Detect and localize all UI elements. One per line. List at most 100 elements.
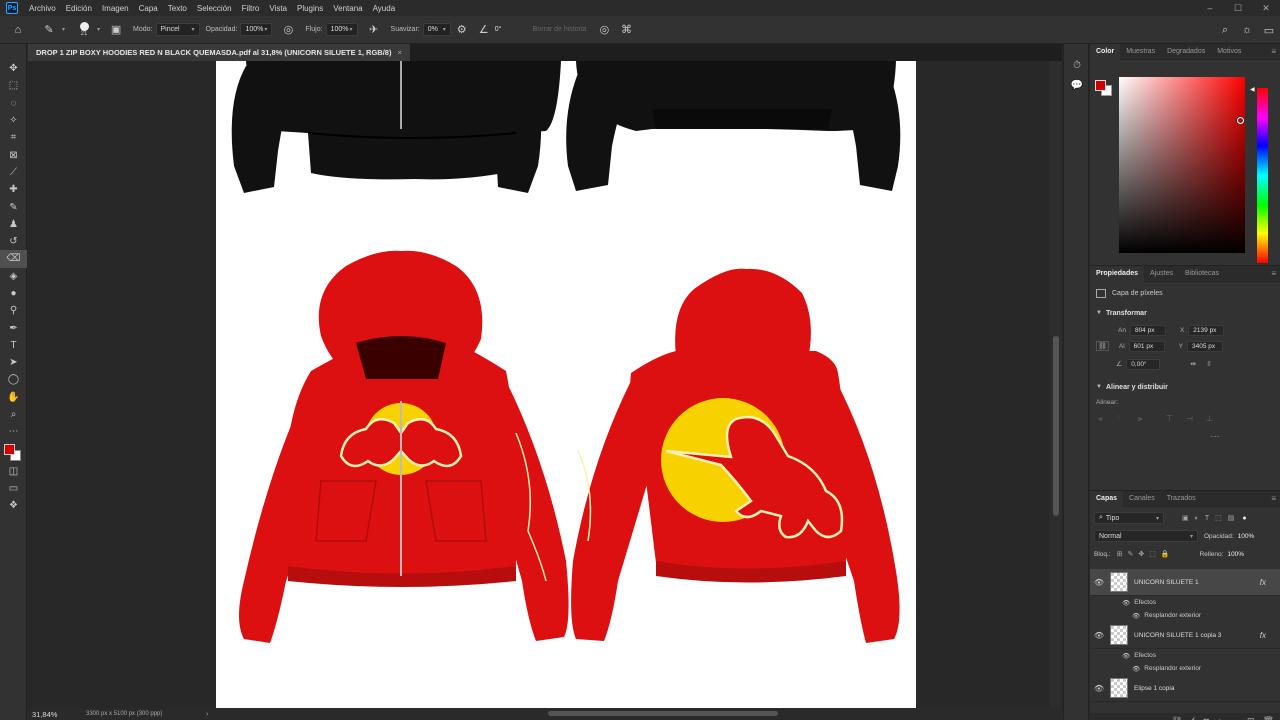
healing-brush-tool-icon[interactable]: ✚ (0, 181, 27, 198)
workspace-icon[interactable]: ▭ (1258, 24, 1280, 37)
paint-bucket-tool-icon[interactable]: ◈ (0, 268, 27, 285)
search-icon[interactable]: ⌕ (1214, 24, 1236, 37)
filter-adjust-icon[interactable]: ◐ (1195, 515, 1199, 522)
status-arrow-icon[interactable]: › (206, 711, 208, 718)
fx-icon[interactable]: fx (1260, 631, 1266, 640)
menu-edicion[interactable]: Edición (61, 4, 97, 13)
color-foreground-swatch[interactable] (1095, 80, 1106, 91)
marquee-tool-icon[interactable]: ⬚ (0, 77, 27, 94)
effects-eye-icon[interactable]: 👁 (1122, 652, 1130, 660)
app-logo[interactable]: Ps (6, 2, 18, 14)
tab-properties[interactable]: Propiedades (1090, 265, 1145, 282)
type-tool-icon[interactable]: T (0, 337, 27, 354)
link-layers-icon[interactable]: ⛓ (1171, 716, 1182, 720)
delete-layer-icon[interactable]: 🗑 (1263, 716, 1274, 720)
menu-vista[interactable]: Vista (264, 4, 292, 13)
menu-archivo[interactable]: Archivo (24, 4, 61, 13)
flip-horizontal-icon[interactable]: ⇹ (1190, 360, 1196, 368)
add-style-icon[interactable]: ƒ (1191, 716, 1196, 720)
symmetry-icon[interactable]: ⌘ (618, 22, 634, 38)
screen-mode-icon[interactable]: ▭ (0, 480, 27, 497)
minimize-icon[interactable]: – (1196, 0, 1224, 16)
quick-mask-icon[interactable]: ◫ (0, 463, 27, 480)
path-selection-tool-icon[interactable]: ➤ (0, 354, 27, 371)
align-middle-icon[interactable]: ⊣ (1186, 414, 1196, 423)
tab-swatches[interactable]: Muestras (1120, 44, 1161, 60)
history-brush-tool-icon[interactable]: ↺ (0, 233, 27, 250)
layer-opacity-value[interactable]: 100% (1238, 533, 1255, 540)
menu-plugins[interactable]: Plugins (292, 4, 328, 13)
effect-eye-icon[interactable]: 👁 (1132, 665, 1140, 673)
lock-transparent-icon[interactable]: ⊞ (1117, 550, 1123, 558)
align-top-icon[interactable]: ⊤ (1166, 414, 1176, 423)
lock-position-icon[interactable]: ✥ (1138, 550, 1144, 558)
smoothing-gear-icon[interactable]: ⚙ (454, 22, 470, 38)
filter-type-icon[interactable]: T (1205, 515, 1209, 522)
brush-settings-icon[interactable]: ▣ (108, 22, 124, 38)
visibility-eye-icon[interactable]: 👁 (1090, 631, 1108, 640)
dodge-tool-icon[interactable]: ⚲ (0, 302, 27, 319)
clone-stamp-tool-icon[interactable]: ♟ (0, 216, 27, 233)
pressure-opacity-icon[interactable]: ◎ (280, 22, 296, 38)
layer-effect-row[interactable]: 👁 Resplandor exterior (1090, 609, 1280, 622)
visibility-eye-icon[interactable]: 👁 (1090, 684, 1108, 693)
tab-layers[interactable]: Capas (1090, 490, 1124, 507)
panel-menu-icon[interactable]: ≡ (1271, 269, 1276, 278)
visibility-eye-icon[interactable]: 👁 (1090, 578, 1108, 587)
filter-pixel-icon[interactable]: ▣ (1182, 514, 1189, 522)
align-header[interactable]: ▼ Alinear y distribuir (1090, 378, 1280, 396)
brush-tool-icon[interactable]: ✎ (0, 198, 27, 215)
align-center-icon[interactable]: ⫶ (1118, 414, 1128, 423)
brush-picker-caret-icon[interactable]: ▾ (97, 26, 100, 33)
menu-texto[interactable]: Texto (163, 4, 192, 13)
lock-artboard-icon[interactable]: ⬚ (1149, 550, 1156, 558)
foreground-swatch[interactable] (4, 443, 15, 455)
filter-shape-icon[interactable]: ⬚ (1215, 514, 1222, 522)
tab-patterns[interactable]: Motivos (1211, 44, 1247, 60)
flip-vertical-icon[interactable]: ⇳ (1206, 360, 1212, 368)
transform-header[interactable]: ▼ Transformar (1090, 304, 1280, 322)
picker-cursor[interactable] (1237, 117, 1244, 124)
menu-imagen[interactable]: Imagen (97, 4, 134, 13)
tab-adjustments[interactable]: Ajustes (1144, 266, 1179, 282)
document-tab[interactable]: DROP 1 ZIP BOXY HOODIES RED N BLACK QUEM… (28, 44, 410, 61)
magic-wand-tool-icon[interactable]: ✧ (0, 112, 27, 129)
width-input[interactable]: 804 px (1129, 324, 1166, 336)
opacity-input[interactable]: 100% ▾ (240, 23, 273, 36)
eraser-tool-icon[interactable]: ⌫ (0, 250, 27, 268)
maximize-icon[interactable]: ☐ (1224, 0, 1252, 16)
zoom-tool-icon[interactable]: ⌕ (0, 406, 27, 423)
new-group-icon[interactable]: ▭ (1231, 716, 1240, 720)
hue-marker-icon[interactable]: ◀ (1250, 86, 1255, 93)
layer-effects-row[interactable]: 👁 Efectos (1090, 596, 1280, 609)
x-input[interactable]: 2139 px (1188, 324, 1225, 336)
tab-paths[interactable]: Trazados (1161, 491, 1202, 507)
lock-image-icon[interactable]: ✎ (1128, 550, 1134, 558)
new-layer-icon[interactable]: ⊞ (1247, 716, 1255, 720)
smooth-input[interactable]: 0% ▾ (422, 23, 451, 36)
tab-libraries[interactable]: Bibliotecas (1179, 266, 1225, 282)
more-options-icon[interactable]: ⋯ (1090, 431, 1280, 442)
lasso-tool-icon[interactable]: ◌ (0, 95, 27, 112)
layer-effect-row[interactable]: 👁 Resplandor exterior (1090, 662, 1280, 675)
align-left-icon[interactable]: ⫷ (1098, 414, 1108, 423)
align-bottom-icon[interactable]: ⊥ (1206, 414, 1216, 423)
crop-tool-icon[interactable]: ⌗ (0, 129, 27, 146)
tab-gradients[interactable]: Degradados (1161, 44, 1211, 60)
more-tools-icon[interactable]: ⋯ (0, 423, 27, 440)
hand-tool-icon[interactable]: ✋ (0, 389, 27, 406)
frame-tool-icon[interactable]: ⊠ (0, 146, 27, 163)
add-mask-icon[interactable]: ◘ (1204, 716, 1209, 720)
close-window-icon[interactable]: ✕ (1252, 0, 1280, 16)
pressure-size-icon[interactable]: ◎ (596, 22, 612, 38)
panel-menu-icon[interactable]: ≡ (1271, 494, 1276, 503)
layer-unicorn-siluete-1[interactable]: 👁 UNICORN SILUETE 1 fx (1090, 569, 1280, 596)
menu-capa[interactable]: Capa (134, 4, 163, 13)
menu-filtro[interactable]: Filtro (237, 4, 265, 13)
effects-eye-icon[interactable]: 👁 (1122, 599, 1130, 607)
layer-effects-row[interactable]: 👁 Efectos (1090, 649, 1280, 662)
tab-color[interactable]: Color (1090, 43, 1121, 60)
airbrush-icon[interactable]: ✈ (366, 22, 382, 38)
fill-value[interactable]: 100% (1227, 551, 1244, 558)
layer-elipse-1-copia[interactable]: 👁 Elipse 1 copia (1090, 675, 1280, 702)
